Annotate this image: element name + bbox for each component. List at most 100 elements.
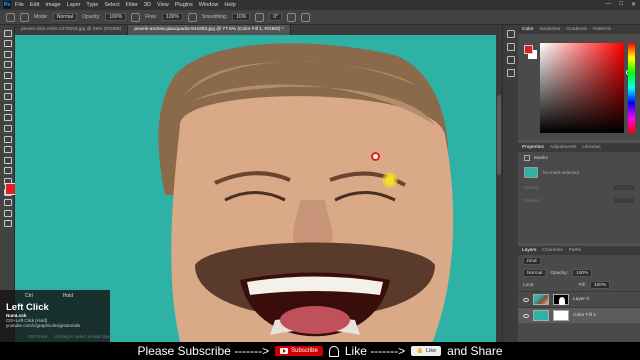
kind-filter-select[interactable]: Kind <box>523 257 541 265</box>
angle-field[interactable]: 0° <box>269 13 283 21</box>
tab-adjustments[interactable]: Adjustments <box>550 145 576 150</box>
subscribe-text: Please Subscribe -------> <box>137 344 270 358</box>
youtube-play-icon <box>280 348 289 354</box>
airbrush-icon[interactable] <box>187 12 197 22</box>
menu-image[interactable]: Image <box>45 2 60 8</box>
brush-cursor-icon <box>371 152 380 161</box>
like-button-label: Like <box>426 348 437 354</box>
subscribe-banner: Please Subscribe -------> Subscribe Like… <box>0 342 640 360</box>
lasso-tool-icon[interactable] <box>3 50 12 58</box>
tab-document-1[interactable]: pexels-italo-melo-2379004.jpg @ 25% (RGB… <box>15 25 129 35</box>
layer-name[interactable]: Color Fill 1 <box>573 313 596 318</box>
like-button[interactable]: 👍 Like <box>411 346 442 356</box>
options-bar: Mode: Normal Opacity: 100% Flow: 100% Sm… <box>0 10 640 25</box>
pen-tool-icon[interactable] <box>3 166 12 175</box>
color-picker-field[interactable] <box>540 43 631 133</box>
layer-row-color-fill-1[interactable]: Color Fill 1 <box>518 307 640 323</box>
density-field[interactable] <box>614 185 634 190</box>
hue-slider[interactable] <box>628 43 635 133</box>
rectangle-tool-icon[interactable] <box>3 198 12 207</box>
menu-select[interactable]: Select <box>104 2 119 8</box>
history-brush-tool-icon[interactable] <box>3 124 12 132</box>
gradient-tool-icon[interactable] <box>3 145 12 154</box>
tab-layers[interactable]: Layers <box>522 248 536 253</box>
menu-filter[interactable]: Filter <box>126 2 138 8</box>
photoshop-logo-icon: Ps <box>3 1 11 9</box>
actions-panel-icon[interactable] <box>507 43 515 51</box>
character-panel-icon[interactable] <box>507 69 515 77</box>
menu-plugins[interactable]: Plugins <box>175 2 193 8</box>
key-ctrl: Ctrl <box>25 293 33 299</box>
tab-channels[interactable]: Channels <box>542 248 562 253</box>
history-panel-icon[interactable] <box>507 30 515 38</box>
marquee-tool-icon[interactable] <box>3 39 12 48</box>
layer-opacity-field[interactable]: 100% <box>572 269 593 277</box>
menu-3d[interactable]: 3D <box>144 2 151 8</box>
fill-mask-thumbnail[interactable] <box>553 310 569 321</box>
fill-field[interactable]: 100% <box>589 281 611 289</box>
properties-panel-tabs: Properties Adjustments Libraries <box>518 143 640 152</box>
menu-window[interactable]: Window <box>199 2 219 8</box>
brush-tool-icon[interactable] <box>3 103 12 111</box>
tab-libraries[interactable]: Libraries <box>582 145 600 150</box>
smoothing-settings-icon[interactable] <box>255 12 265 22</box>
feather-field[interactable] <box>614 198 634 203</box>
subscribe-button[interactable]: Subscribe <box>275 346 323 356</box>
pressure-opacity-icon[interactable] <box>131 12 141 22</box>
layer-row-layer-0[interactable]: Layer 0 <box>518 291 640 307</box>
menu-file[interactable]: File <box>15 2 24 8</box>
clone-stamp-tool-icon[interactable] <box>3 113 12 122</box>
tab-patterns[interactable]: Patterns <box>593 27 611 32</box>
key-hold: Hold <box>62 293 74 299</box>
blend-mode-select[interactable]: Normal <box>523 269 547 277</box>
eraser-tool-icon[interactable] <box>3 135 12 143</box>
action-label: Left Click <box>6 302 49 313</box>
brush-settings-icon[interactable] <box>20 12 29 22</box>
tab-gradients[interactable]: Gradients <box>566 27 587 32</box>
mode-select[interactable]: Normal <box>52 13 78 21</box>
dodge-tool-icon[interactable] <box>3 156 12 164</box>
tab-color[interactable]: Color <box>522 27 533 32</box>
menu-edit[interactable]: Edit <box>30 2 39 8</box>
healing-brush-tool-icon[interactable] <box>3 92 12 101</box>
move-tool-icon[interactable] <box>3 29 12 37</box>
hand-tool-icon[interactable] <box>3 209 12 217</box>
tab-swatches[interactable]: Swatches <box>539 27 560 32</box>
eye-icon[interactable] <box>523 313 529 318</box>
layer-mask-thumbnail[interactable] <box>553 294 569 305</box>
eyedropper-tool-icon[interactable] <box>3 82 12 90</box>
smoothing-label: Smoothing: <box>201 14 228 20</box>
minimize-icon[interactable]: — <box>605 1 611 8</box>
opacity-field[interactable]: 100% <box>105 13 127 21</box>
flow-label: Flow: <box>145 14 158 20</box>
eye-icon[interactable] <box>523 297 529 302</box>
menu-type[interactable]: Type <box>86 2 98 8</box>
menu-bar: Ps File Edit Image Layer Type Select Fil… <box>0 0 640 10</box>
tab-paths[interactable]: Paths <box>569 248 581 253</box>
maximize-icon[interactable]: □ <box>619 1 623 8</box>
density-row: Density: <box>518 181 640 194</box>
crop-tool-icon[interactable] <box>3 71 12 79</box>
scrollbar-thumb[interactable] <box>497 95 501 175</box>
click-indicator-icon <box>382 172 398 188</box>
quick-select-tool-icon[interactable] <box>3 60 12 69</box>
flow-field[interactable]: 100% <box>162 13 183 21</box>
color-panel: Color Swatches Gradients Patterns <box>518 25 640 140</box>
smoothing-field[interactable]: 10% <box>232 13 251 21</box>
brush-panel-icon[interactable] <box>507 56 515 64</box>
close-icon[interactable]: ✕ <box>631 1 636 8</box>
menu-view[interactable]: View <box>157 2 169 8</box>
layer-filter-row: Kind <box>518 255 640 267</box>
pressure-size-icon[interactable] <box>287 12 297 22</box>
layer-name[interactable]: Layer 0 <box>573 297 589 302</box>
menu-layer[interactable]: Layer <box>67 2 81 8</box>
foreground-color-chip[interactable] <box>524 45 533 54</box>
tab-properties[interactable]: Properties <box>522 145 544 150</box>
tab-document-2[interactable]: pexels-andrea-piacquadio-941693.jpg @ 77… <box>128 25 291 35</box>
bell-icon[interactable] <box>328 345 339 357</box>
menu-help[interactable]: Help <box>224 2 235 8</box>
zoom-tool-icon[interactable] <box>3 219 12 228</box>
brush-preset-icon[interactable] <box>6 12 15 22</box>
feather-row: Feather: <box>518 194 640 207</box>
symmetry-icon[interactable] <box>301 12 311 22</box>
